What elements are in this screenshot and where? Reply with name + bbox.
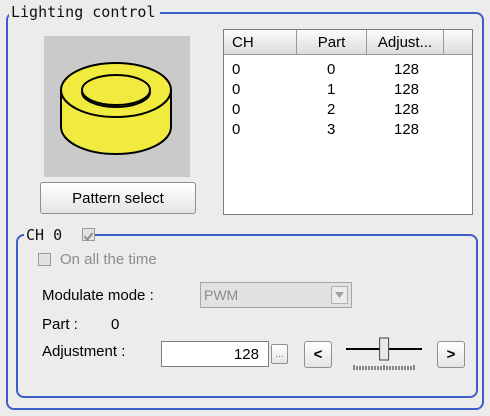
increment-button[interactable]: > <box>437 341 465 368</box>
column-header-ch[interactable]: CH <box>224 30 297 55</box>
checkmark-icon <box>83 232 94 242</box>
cell-part: 1 <box>327 81 336 98</box>
table-header: CH Part Adjust... <box>224 30 472 55</box>
modulate-mode-value: PWM <box>204 287 239 303</box>
cell-adjust: 128 <box>394 101 420 118</box>
table-row[interactable]: 0 3 128 <box>224 120 472 140</box>
column-header-adjust[interactable]: Adjust... <box>367 30 444 55</box>
channel-group-title: CH 0 <box>24 226 89 244</box>
adjustment-value: 128 <box>233 346 259 363</box>
column-header-part[interactable]: Part <box>297 30 367 55</box>
chevron-down-icon <box>335 292 344 298</box>
cell-adjust: 128 <box>394 121 420 138</box>
cell-part: 3 <box>327 121 336 138</box>
cell-adjust: 128 <box>394 61 420 78</box>
cell-ch: 0 <box>232 81 241 98</box>
column-header-filler <box>444 30 472 55</box>
adjustment-label: Adjustment : <box>42 343 126 360</box>
part-value: 0 <box>111 316 120 333</box>
on-all-time-checkbox[interactable] <box>38 253 51 266</box>
part-label: Part : <box>42 316 78 333</box>
dropdown-arrow-button[interactable] <box>331 286 348 304</box>
cell-ch: 0 <box>232 121 241 138</box>
adjustment-slider[interactable] <box>344 337 424 373</box>
table-row[interactable]: 0 1 128 <box>224 80 472 100</box>
cell-part: 2 <box>327 101 336 118</box>
pattern-preview-image <box>44 36 190 177</box>
cell-ch: 0 <box>232 61 241 78</box>
lighting-table: CH Part Adjust... 0 0 128 0 1 128 0 2 12… <box>223 29 473 215</box>
cell-ch: 0 <box>232 101 241 118</box>
slider-thumb <box>379 337 390 361</box>
modulate-mode-select[interactable]: PWM <box>200 282 352 308</box>
slider-graphic <box>346 337 422 370</box>
table-row[interactable]: 0 0 128 <box>224 60 472 80</box>
decrement-button[interactable]: < <box>304 341 332 368</box>
table-row[interactable]: 0 2 128 <box>224 100 472 120</box>
modulate-mode-label: Modulate mode : <box>42 287 154 304</box>
adjustment-input[interactable]: 128 <box>161 341 269 367</box>
channel-enabled-checkbox[interactable] <box>82 228 95 242</box>
on-all-time-label: On all the time <box>60 251 157 268</box>
pattern-select-button[interactable]: Pattern select <box>40 182 196 214</box>
ring-light-icon <box>60 62 172 155</box>
adjustment-ellipsis-button[interactable]: ... <box>271 344 288 364</box>
lighting-control-title: Lighting control <box>9 3 160 21</box>
lighting-control-panel: Lighting control Pattern select CH Part … <box>0 0 490 416</box>
cell-part: 0 <box>327 61 336 78</box>
cell-adjust: 128 <box>394 81 420 98</box>
